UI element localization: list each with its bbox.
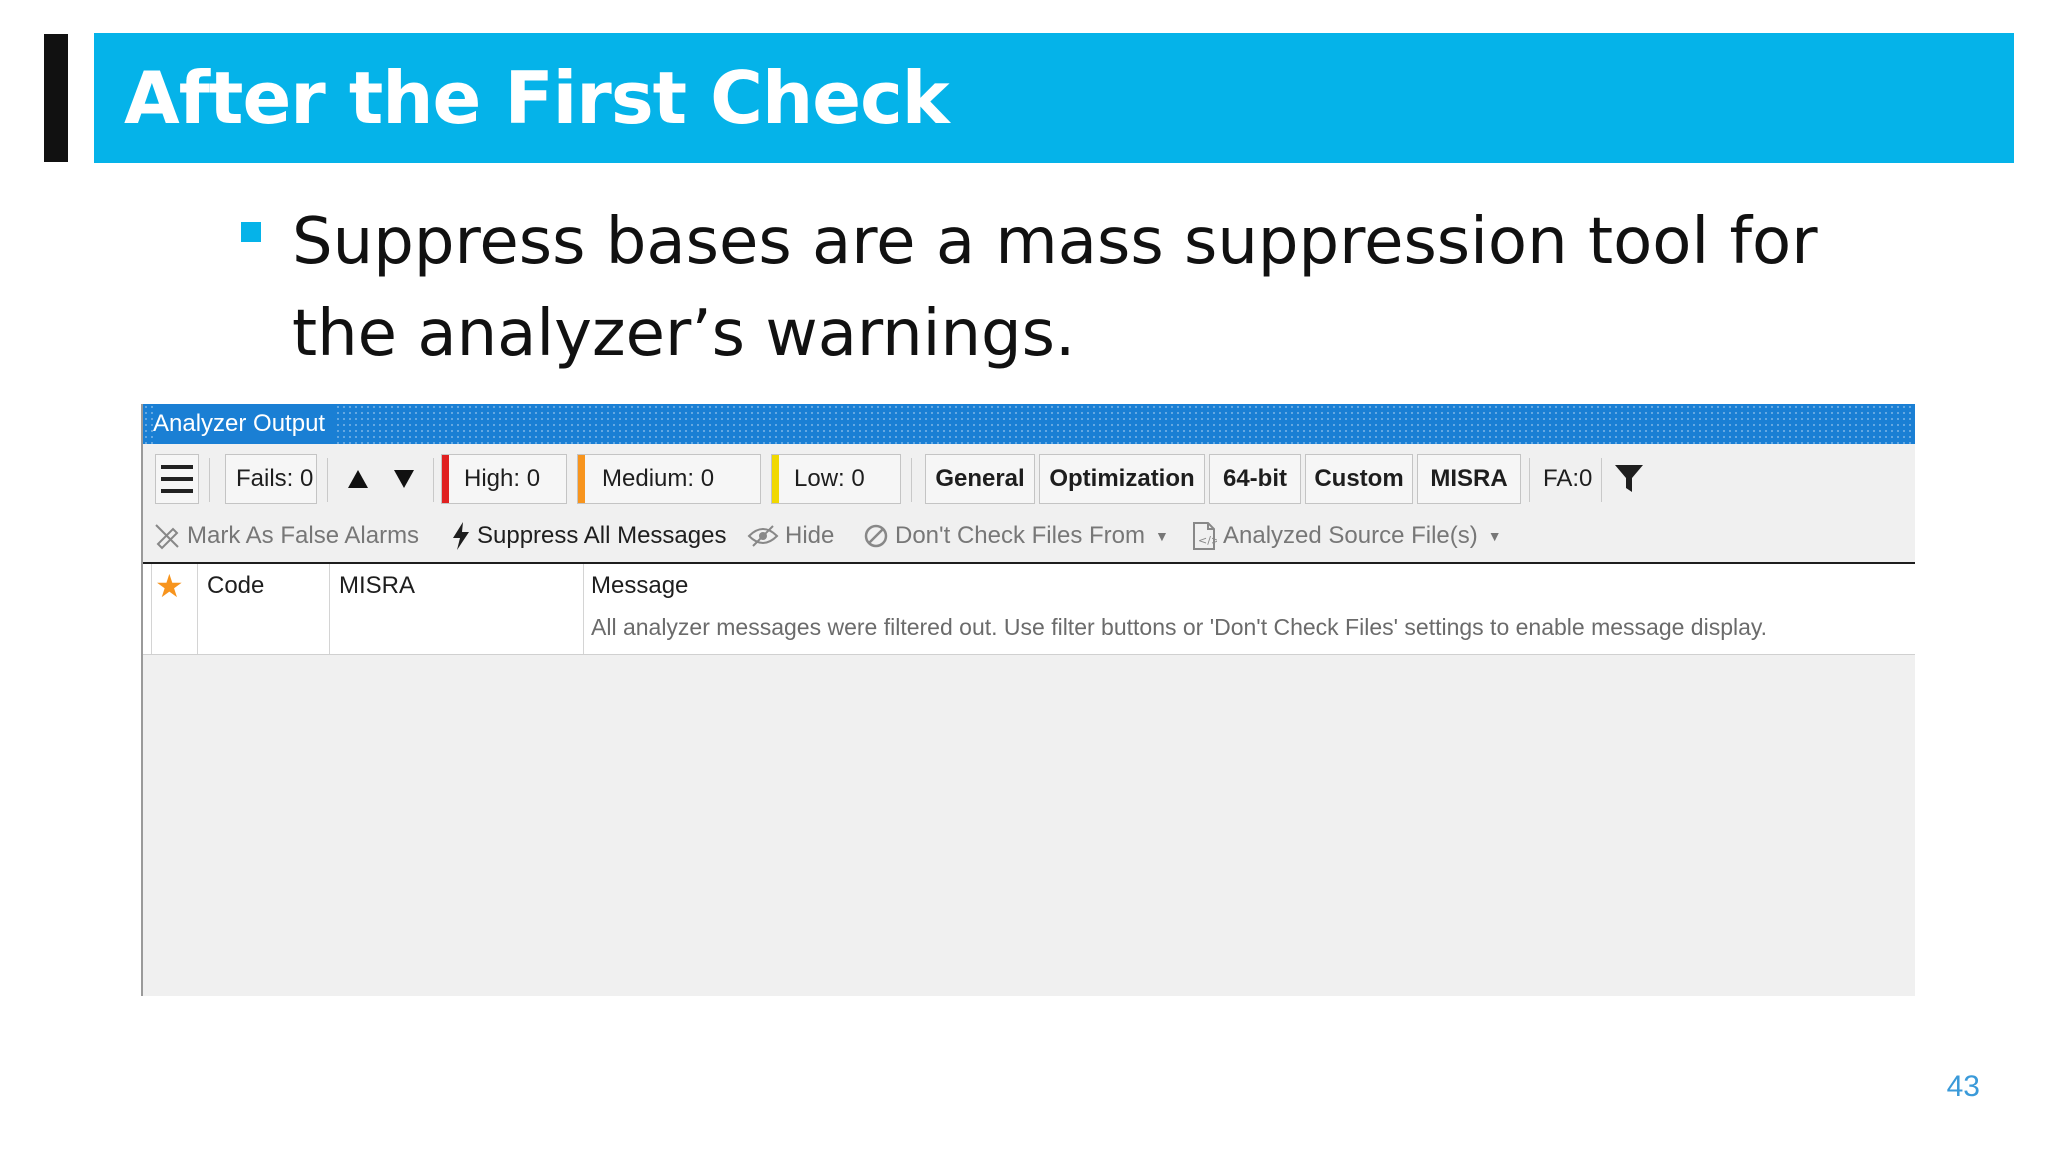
custom-label: Custom bbox=[1314, 465, 1404, 492]
analyzed-source-files-label: Analyzed Source File(s) bbox=[1223, 522, 1478, 549]
hide-button[interactable]: Hide bbox=[747, 516, 834, 556]
toolbar-separator bbox=[209, 458, 210, 502]
empty-filter-message: All analyzer messages were filtered out.… bbox=[591, 614, 1768, 640]
lightning-icon bbox=[451, 521, 471, 551]
high-label: High: 0 bbox=[464, 465, 541, 492]
column-divider bbox=[329, 564, 330, 654]
medium-severity-bar bbox=[578, 455, 585, 503]
64bit-category-button[interactable]: 64-bit bbox=[1209, 454, 1301, 504]
chevron-down-icon: ▼ bbox=[1487, 528, 1502, 544]
star-icon[interactable]: ★ bbox=[155, 570, 184, 602]
misra-label: MISRA bbox=[1430, 465, 1508, 492]
general-label: General bbox=[935, 465, 1025, 492]
bullet-marker bbox=[241, 222, 261, 242]
hamburger-icon[interactable] bbox=[155, 454, 199, 504]
suppress-all-label: Suppress All Messages bbox=[477, 522, 727, 549]
toolbar-separator bbox=[911, 458, 912, 502]
high-severity-bar bbox=[442, 455, 449, 503]
eye-hidden-icon bbox=[747, 524, 779, 548]
column-header-message[interactable]: Message bbox=[591, 572, 688, 600]
suppress-all-messages-button[interactable]: Suppress All Messages bbox=[451, 516, 726, 556]
optimization-category-button[interactable]: Optimization bbox=[1039, 454, 1205, 504]
column-divider bbox=[151, 564, 152, 654]
column-divider bbox=[197, 564, 198, 654]
medium-filter-button[interactable]: Medium: 0 bbox=[577, 454, 761, 504]
title-accent-bar bbox=[44, 34, 68, 162]
fa-button[interactable]: FA:0 bbox=[1537, 454, 1597, 504]
medium-label: Medium: 0 bbox=[602, 465, 715, 492]
source-file-icon: </> bbox=[1191, 521, 1217, 551]
analyzer-output-panel: Analyzer Output Fails: 0 High: 0 Medium:… bbox=[141, 404, 1915, 996]
svg-text:</>: </> bbox=[1198, 534, 1217, 547]
panel-title: Analyzer Output bbox=[153, 404, 334, 444]
panel-titlebar[interactable]: Analyzer Output bbox=[143, 404, 1915, 444]
title-band: After the First Check bbox=[94, 33, 2014, 163]
column-divider bbox=[583, 564, 584, 654]
toolbar-separator bbox=[433, 458, 434, 502]
block-icon bbox=[863, 523, 889, 549]
chevron-down-icon: ▼ bbox=[1154, 528, 1169, 544]
false-alarm-icon bbox=[153, 522, 181, 550]
column-header-misra[interactable]: MISRA bbox=[339, 572, 415, 600]
toolbar-separator bbox=[327, 458, 328, 502]
page-number: 43 bbox=[1946, 1070, 1980, 1103]
toolbar-actions: Mark As False Alarms Suppress All Messag… bbox=[143, 508, 1915, 564]
general-category-button[interactable]: General bbox=[925, 454, 1035, 504]
bullet-text: Suppress bases are a mass suppression to… bbox=[292, 205, 1818, 371]
toolbar-separator bbox=[1529, 458, 1530, 502]
custom-category-button[interactable]: Custom bbox=[1305, 454, 1413, 504]
dont-check-files-label: Don't Check Files From bbox=[895, 522, 1145, 549]
fails-label: Fails: 0 bbox=[236, 465, 314, 492]
low-label: Low: 0 bbox=[794, 465, 865, 492]
high-filter-button[interactable]: High: 0 bbox=[441, 454, 567, 504]
low-severity-bar bbox=[772, 455, 779, 503]
toolbar-filters: Fails: 0 High: 0 Medium: 0 Low: 0 Genera… bbox=[143, 444, 1915, 508]
mark-false-alarms-button[interactable]: Mark As False Alarms bbox=[153, 516, 419, 556]
analyzed-source-files-dropdown[interactable]: </> Analyzed Source File(s) ▼ bbox=[1191, 516, 1502, 556]
filter-icon[interactable] bbox=[1609, 454, 1649, 504]
mark-false-alarms-label: Mark As False Alarms bbox=[187, 522, 420, 549]
fails-button[interactable]: Fails: 0 bbox=[225, 454, 317, 504]
toolbar-separator bbox=[1601, 458, 1602, 502]
low-filter-button[interactable]: Low: 0 bbox=[771, 454, 901, 504]
grid-header-row: ★ Code MISRA Message All analyzer messag… bbox=[143, 564, 1915, 655]
column-header-code[interactable]: Code bbox=[207, 572, 264, 600]
64bit-label: 64-bit bbox=[1222, 465, 1287, 492]
messages-grid: ★ Code MISRA Message All analyzer messag… bbox=[143, 562, 1915, 996]
fa-label: FA:0 bbox=[1543, 465, 1593, 492]
hide-label: Hide bbox=[785, 522, 835, 549]
dont-check-files-dropdown[interactable]: Don't Check Files From ▼ bbox=[863, 516, 1169, 556]
misra-category-button[interactable]: MISRA bbox=[1417, 454, 1521, 504]
arrow-up-icon[interactable] bbox=[343, 454, 373, 504]
arrow-down-icon[interactable] bbox=[389, 454, 419, 504]
slide-title: After the First Check bbox=[124, 56, 950, 140]
optimization-label: Optimization bbox=[1049, 465, 1195, 492]
